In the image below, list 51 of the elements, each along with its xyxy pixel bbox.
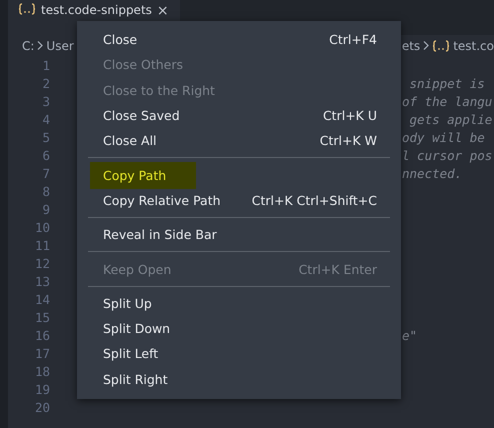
menu-item[interactable]: Close Saved <box>90 102 210 130</box>
line-number: 16 <box>34 328 50 342</box>
code-text: nnected. <box>402 166 462 180</box>
line-number: 15 <box>34 310 50 324</box>
menu-item[interactable]: Copy Path <box>90 162 196 189</box>
line-number: 17 <box>34 346 50 360</box>
shortcut-text: Ctrl+K U <box>322 108 377 124</box>
line-number: 20 <box>34 400 50 414</box>
line-number: 7 <box>41 166 50 180</box>
breadcrumb-item[interactable]: test.co <box>453 38 494 52</box>
code-text: l cursor pos <box>402 148 492 162</box>
line-number: 19 <box>34 382 50 396</box>
code-text: of the langu <box>402 94 492 108</box>
line-number: 12 <box>34 256 50 270</box>
line-number: 11 <box>34 238 50 252</box>
code-text: ody will be <box>402 130 485 144</box>
breadcrumb-item[interactable]: ets <box>402 38 420 52</box>
shortcut-text: Ctrl+K W <box>320 133 377 148</box>
menu-item[interactable]: Copy Relative Path <box>90 186 251 214</box>
code-text: snippet is <box>408 76 485 90</box>
breadcrumb-item[interactable]: C: <box>22 38 34 52</box>
line-number: 5 <box>41 130 50 144</box>
braces-icon <box>18 3 36 15</box>
line-number: 2 <box>41 76 50 90</box>
close-icon[interactable]: × <box>156 3 169 19</box>
line-number: 3 <box>41 94 50 108</box>
chevron-icon <box>423 41 430 50</box>
shortcut-text: Ctrl+K Enter <box>298 262 377 277</box>
line-number: 18 <box>34 364 50 378</box>
shortcut-text: Ctrl+F4 <box>329 32 377 48</box>
menu-item[interactable]: Close All <box>90 127 187 154</box>
line-number: 9 <box>41 202 50 216</box>
shortcut-text: Ctrl+K Ctrl+Shift+C <box>252 192 377 208</box>
braces-icon <box>432 40 450 52</box>
menu-item[interactable]: Split Left <box>90 340 188 368</box>
line-number: 8 <box>41 184 50 198</box>
line-number: 14 <box>34 292 50 306</box>
menu-item[interactable]: Split Up <box>90 290 182 317</box>
line-number: 13 <box>34 274 50 288</box>
tab-title: test.code-snippets <box>41 3 152 18</box>
line-number: 6 <box>41 148 50 162</box>
line-number: 10 <box>34 220 50 234</box>
line-number: 1 <box>41 58 50 72</box>
chevron-icon <box>37 41 44 50</box>
code-text: gets applie <box>408 112 492 126</box>
menu-item[interactable]: Reveal in Side Bar <box>90 221 247 248</box>
code-text: e" <box>402 328 418 342</box>
menu-item[interactable]: Split Right <box>90 366 198 393</box>
line-number: 4 <box>41 112 50 126</box>
breadcrumb-item[interactable]: User <box>46 38 74 52</box>
menu-item[interactable]: Split Down <box>90 315 200 342</box>
